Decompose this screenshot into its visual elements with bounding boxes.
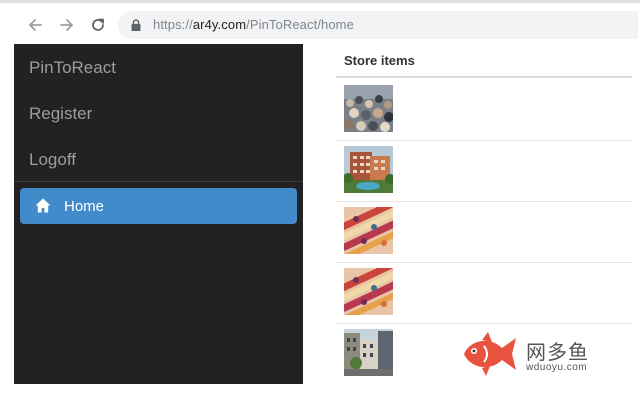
table-row[interactable]	[336, 141, 632, 202]
arrow-right-icon	[60, 19, 73, 31]
lock-icon	[131, 19, 141, 31]
sidebar: PinToReact Register Logoff Home	[14, 44, 303, 384]
browser-toolbar: https://ar4y.com/PinToReact/home	[0, 0, 640, 44]
watermark-name: 网多鱼	[526, 342, 589, 364]
forward-button[interactable]	[56, 14, 78, 36]
watermark: 网多鱼 wduoyu.com	[460, 330, 610, 380]
url-host: ar4y.com	[192, 17, 247, 32]
address-bar[interactable]: https://ar4y.com/PinToReact/home	[118, 11, 638, 39]
watermark-domain: wduoyu.com	[526, 362, 588, 373]
url-path: /PinToReact/home	[246, 17, 354, 32]
table-header: Store items	[336, 44, 632, 78]
column-header-store-items: Store items	[344, 53, 415, 68]
arrow-left-icon	[29, 19, 42, 31]
url-scheme: https://	[153, 17, 193, 32]
fish-logo-icon	[464, 332, 516, 376]
street-building-photo-thumbnail[interactable]	[344, 329, 393, 376]
table-row[interactable]	[336, 80, 632, 141]
patterned-textile-photo-thumbnail[interactable]	[344, 207, 393, 254]
sidebar-item-label: Home	[64, 198, 105, 215]
table-row[interactable]	[336, 263, 632, 324]
table-row[interactable]	[336, 202, 632, 263]
sidebar-divider	[14, 181, 303, 182]
reload-icon	[92, 18, 104, 31]
patterned-textile-photo-thumbnail[interactable]	[344, 268, 393, 315]
brand-link[interactable]: PinToReact	[29, 58, 116, 78]
logoff-link[interactable]: Logoff	[29, 150, 76, 170]
reload-button[interactable]	[87, 14, 109, 36]
url-text: https://ar4y.com/PinToReact/home	[153, 17, 354, 32]
home-icon	[35, 198, 51, 213]
crowd-photo-thumbnail[interactable]	[344, 85, 393, 132]
hotel-building-photo-thumbnail[interactable]	[344, 146, 393, 193]
register-link[interactable]: Register	[29, 104, 92, 124]
sidebar-item-home[interactable]: Home	[20, 188, 297, 224]
back-button[interactable]	[24, 14, 46, 36]
